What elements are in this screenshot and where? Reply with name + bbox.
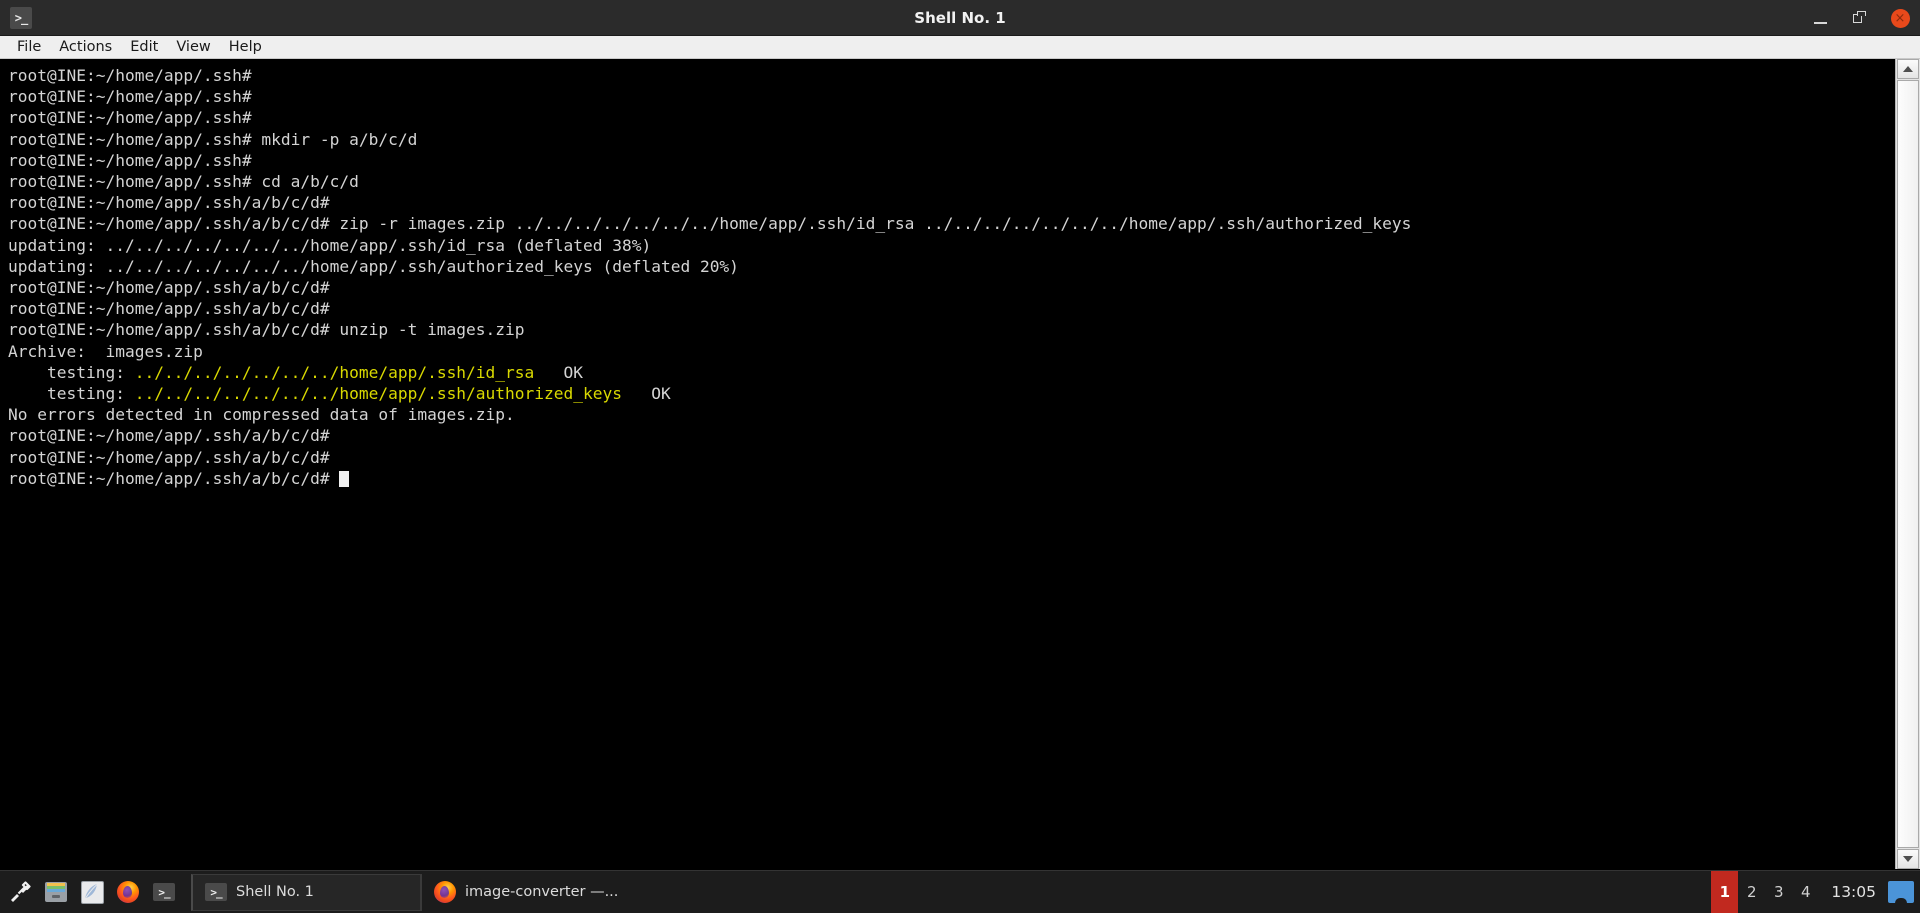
terminal-icon: >_ [153,883,175,901]
maximize-icon [1853,11,1867,25]
launcher-firefox[interactable] [113,877,143,907]
terminal-line: root@INE:~/home/app/.ssh/a/b/c/d# [8,425,1895,446]
terminal-line: root@INE:~/home/app/.ssh/a/b/c/d# [8,447,1895,468]
tray-app-icon[interactable] [1888,881,1914,903]
terminal-line: root@INE:~/home/app/.ssh/a/b/c/d# unzip … [8,319,1895,340]
menu-actions[interactable]: Actions [50,38,121,56]
taskbar-window-firefox-label: image-converter —... [465,884,619,900]
terminal-output[interactable]: root@INE:~/home/app/.ssh# root@INE:~/home… [0,59,1895,869]
terminal-line-status: OK [534,362,584,382]
firefox-icon [117,881,139,903]
terminal-line: root@INE:~/home/app/.ssh/a/b/c/d# zip -r… [8,213,1895,234]
terminal-line: root@INE:~/home/app/.ssh/a/b/c/d# [8,277,1895,298]
launcher-tools[interactable] [5,877,35,907]
terminal-line-status: OK [622,384,671,404]
workspace-2[interactable]: 2 [1738,871,1765,913]
text-editor-icon [80,880,104,904]
terminal-line-text: Archive: images.zip [8,341,203,361]
taskbar: >_ >_ Shell No. 1 image-converter —... 1… [0,870,1920,913]
terminal-line-prefix: testing: [8,362,135,382]
terminal-line-text: updating: ../../../../../../../home/app/… [8,235,652,255]
terminal-line-text: root@INE:~/home/app/.ssh# cd a/b/c/d [8,172,359,192]
window-title: Shell No. 1 [914,8,1006,27]
terminal-cursor [339,470,349,487]
terminal-line-prefix: testing: [8,384,135,404]
terminal-line-text: root@INE:~/home/app/.ssh# [8,150,252,170]
terminal-line-text: root@INE:~/home/app/.ssh/a/b/c/d# [8,278,330,298]
close-icon: × [1890,8,1910,28]
terminal-line: testing: ../../../../../../../home/app/.… [8,383,1895,404]
chevron-down-icon [1903,856,1913,862]
terminal-line-text: root@INE:~/home/app/.ssh# [8,66,252,85]
taskbar-window-list: >_ Shell No. 1 image-converter —... [191,873,631,911]
taskbar-window-firefox[interactable]: image-converter —... [421,873,631,911]
workspace-4[interactable]: 4 [1792,871,1819,913]
taskbar-window-shell[interactable]: >_ Shell No. 1 [191,873,421,911]
terminal-line-text: root@INE:~/home/app/.ssh/a/b/c/d# [8,299,330,319]
maximize-button[interactable] [1848,6,1872,30]
terminal-line: root@INE:~/home/app/.ssh# [8,107,1895,128]
launcher-text-editor[interactable] [77,877,107,907]
scroll-up-button[interactable] [1897,59,1919,79]
taskbar-launchers: >_ [0,877,179,907]
desktop-root: >_ Shell No. 1 × File Actions Edit View … [0,0,1920,913]
minimize-button[interactable] [1808,6,1832,30]
wrench-icon [8,880,32,904]
terminal-line: updating: ../../../../../../../home/app/… [8,256,1895,277]
workspace-switcher: 1 2 3 4 [1711,870,1819,913]
terminal-app-icon: >_ [10,6,32,29]
firefox-icon [434,881,456,903]
workspace-3[interactable]: 3 [1765,871,1792,913]
terminal-line-text: root@INE:~/home/app/.ssh/a/b/c/d# [8,447,330,467]
terminal-line: Archive: images.zip [8,341,1895,362]
terminal-line-text: root@INE:~/home/app/.ssh/a/b/c/d# [8,468,340,488]
scroll-down-button[interactable] [1897,849,1919,869]
menubar: File Actions Edit View Help [0,36,1920,59]
close-button[interactable]: × [1888,6,1912,30]
menu-file[interactable]: File [8,38,50,56]
terminal-line: root@INE:~/home/app/.ssh/a/b/c/d# [8,298,1895,319]
terminal-line: root@INE:~/home/app/.ssh/a/b/c/d# [8,468,1895,489]
terminal-line-text: root@INE:~/home/app/.ssh# mkdir -p a/b/c… [8,129,418,149]
chevron-up-icon [1903,66,1913,72]
terminal-line-text: updating: ../../../../../../../home/app/… [8,256,739,276]
scrollbar-thumb[interactable] [1897,80,1919,848]
terminal-scrollbar[interactable] [1895,59,1920,869]
terminal-line: root@INE:~/home/app/.ssh# [8,150,1895,171]
system-tray: 1 2 3 4 13:05 [1711,870,1920,913]
taskbar-window-shell-label: Shell No. 1 [236,884,314,900]
terminal-line: root@INE:~/home/app/.ssh# mkdir -p a/b/c… [8,129,1895,150]
launcher-terminal[interactable]: >_ [149,877,179,907]
terminal-line: updating: ../../../../../../../home/app/… [8,235,1895,256]
terminal-line-text: root@INE:~/home/app/.ssh# [8,108,252,128]
terminal-line-text: root@INE:~/home/app/.ssh/a/b/c/d# [8,426,330,446]
terminal-line-text: root@INE:~/home/app/.ssh/a/b/c/d# unzip … [8,320,525,340]
window-controls: × [1808,0,1912,36]
terminal-line-text: No errors detected in compressed data of… [8,405,515,425]
clock: 13:05 [1831,883,1876,901]
terminal-line-text: root@INE:~/home/app/.ssh/a/b/c/d# [8,193,330,213]
terminal-line-text: root@INE:~/home/app/.ssh# [8,87,252,107]
menu-edit[interactable]: Edit [121,38,167,56]
terminal-line: No errors detected in compressed data of… [8,404,1895,425]
terminal-line: testing: ../../../../../../../home/app/.… [8,362,1895,383]
launcher-file-manager[interactable] [41,877,71,907]
terminal-line: root@INE:~/home/app/.ssh/a/b/c/d# [8,192,1895,213]
terminal-line-text: root@INE:~/home/app/.ssh/a/b/c/d# zip -r… [8,214,1412,234]
menu-help[interactable]: Help [220,38,271,56]
window-titlebar: >_ Shell No. 1 × [0,0,1920,36]
workspace-1[interactable]: 1 [1711,870,1739,913]
terminal-line: root@INE:~/home/app/.ssh# [8,65,1895,86]
terminal-line: root@INE:~/home/app/.ssh# cd a/b/c/d [8,171,1895,192]
menu-view[interactable]: View [167,38,219,56]
file-manager-icon [45,882,67,902]
minimize-icon [1813,21,1827,24]
terminal-line: root@INE:~/home/app/.ssh# [8,86,1895,107]
terminal-line-path: ../../../../../../../home/app/.ssh/autho… [134,384,622,404]
terminal-icon: >_ [205,883,227,901]
terminal-line-path: ../../../../../../../home/app/.ssh/id_rs… [134,362,535,382]
